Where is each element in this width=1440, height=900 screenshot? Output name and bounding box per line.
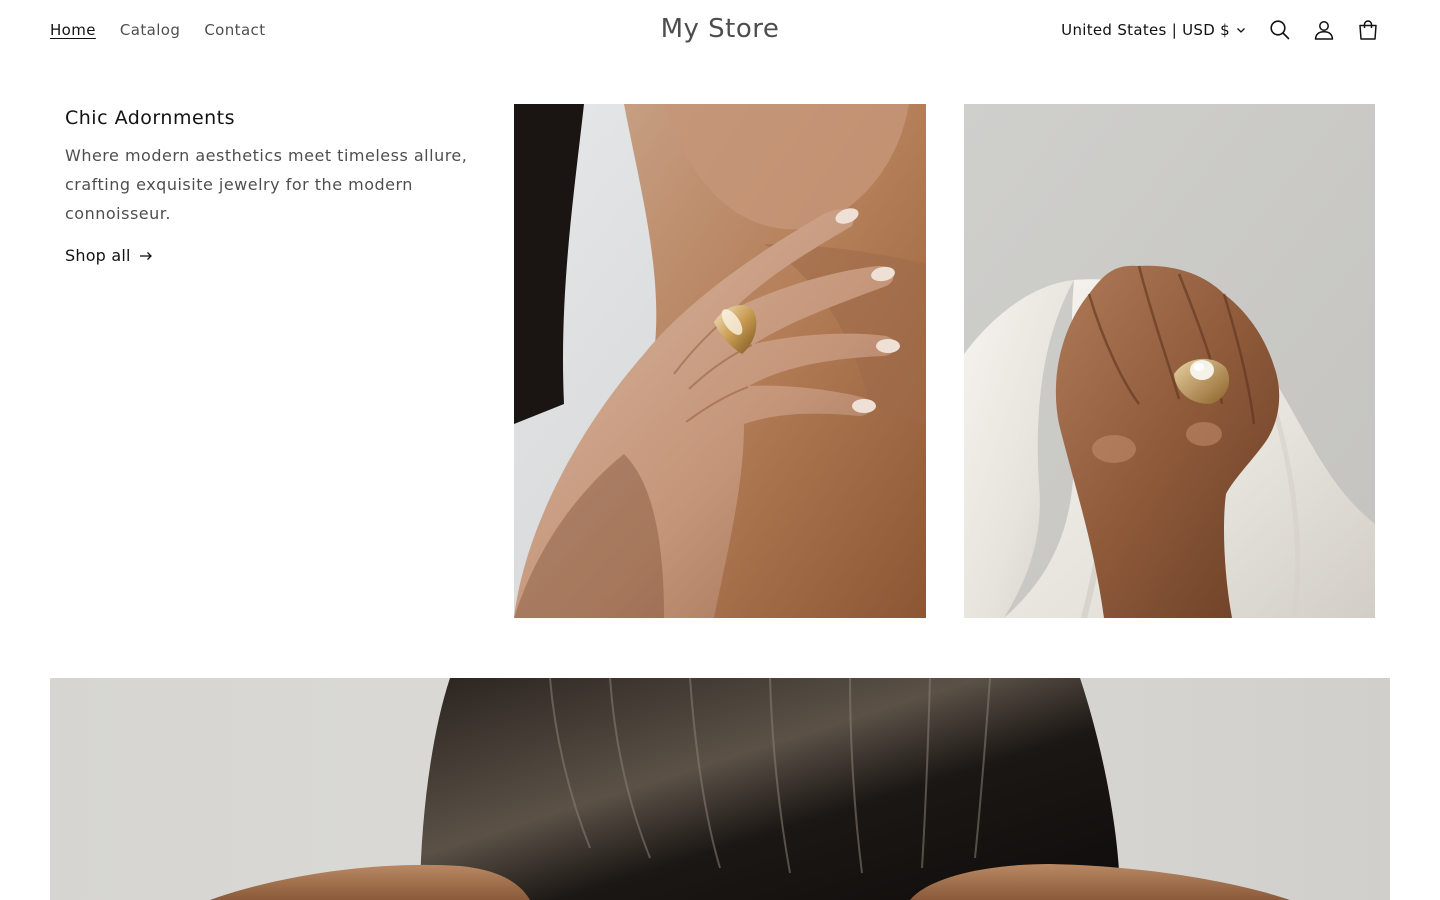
currency-selector-label: United States | USD $: [1061, 21, 1230, 39]
account-button[interactable]: [1302, 14, 1346, 46]
site-header: Home Catalog Contact My Store United Sta…: [0, 0, 1440, 60]
arrow-right-icon: [139, 251, 152, 260]
nav-link-catalog[interactable]: Catalog: [120, 19, 180, 41]
banner-illustration: [50, 678, 1390, 900]
search-icon: [1270, 20, 1290, 40]
nav-link-contact[interactable]: Contact: [204, 19, 265, 41]
cart-icon: [1359, 20, 1377, 40]
header-actions: United States | USD $: [1061, 14, 1390, 46]
collage-description: Where modern aesthetics meet timeless al…: [65, 146, 468, 223]
shop-all-label: Shop all: [65, 246, 131, 265]
search-button[interactable]: [1258, 14, 1302, 46]
nav-link-home[interactable]: Home: [50, 19, 96, 41]
chevron-down-icon: [1237, 28, 1245, 33]
store-logo[interactable]: My Store: [661, 14, 780, 44]
hand-with-pearl-ring-on-white-fabric-image[interactable]: [964, 104, 1375, 618]
main-nav: Home Catalog Contact: [50, 19, 289, 41]
collage-intro: Chic Adornments Where modern aesthetics …: [65, 104, 485, 265]
cart-button[interactable]: [1346, 14, 1390, 46]
collage-heading: Chic Adornments: [65, 107, 236, 129]
dark-hair-bare-shoulders-image[interactable]: [50, 678, 1390, 900]
hand-with-gold-ring-at-neck-image[interactable]: [514, 104, 926, 618]
photo-illustration: [514, 104, 926, 618]
photo-illustration: [964, 104, 1375, 618]
shop-all-link[interactable]: Shop all: [65, 246, 153, 265]
account-icon: [1314, 21, 1334, 40]
currency-selector[interactable]: United States | USD $: [1061, 21, 1246, 39]
